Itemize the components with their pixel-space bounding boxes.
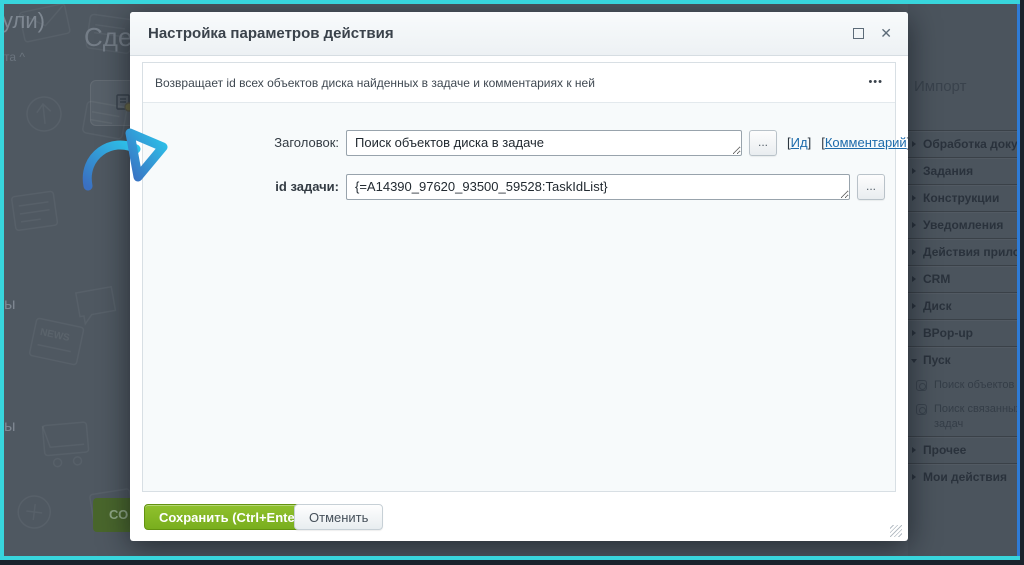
activity-group-document[interactable]: Обработка документа (908, 130, 1017, 157)
sort-control-fragment: та ^ (4, 50, 25, 64)
caret-right-icon (912, 276, 916, 282)
parameters-panel: Возвращает id всех объектов диска найден… (142, 62, 896, 492)
page-title-fragment: ули) (4, 8, 45, 34)
maximize-button[interactable] (853, 28, 864, 39)
caret-right-icon (912, 222, 916, 228)
task-id-input[interactable]: {=A14390_97620_93500_59528:TaskIdList} (346, 174, 850, 200)
caret-right-icon (912, 168, 916, 174)
item-label: Поиск связанных с су (934, 403, 1017, 415)
group-label: Действия приложения (923, 245, 1017, 259)
workflow-designer-page: NEWS ули) та ^ Сдел ы ы СО Импорт Обра (0, 0, 1024, 565)
activity-group-constructs[interactable]: Конструкции (908, 184, 1017, 211)
title-more-button[interactable]: ... (749, 130, 777, 156)
id-link[interactable]: Ид (791, 135, 808, 150)
caret-right-icon (912, 141, 916, 147)
group-label: ВPop-up (923, 326, 973, 340)
description-bar: Возвращает id всех объектов диска найден… (143, 63, 895, 103)
activity-group-my-actions[interactable]: Мои действия (908, 463, 1017, 490)
outer-margin-bottom (0, 560, 1024, 565)
activity-group-pusk[interactable]: Пуск (908, 346, 1017, 373)
background-text-fragment: ы (4, 296, 16, 314)
activity-group-notifications[interactable]: Уведомления (908, 211, 1017, 238)
action-settings-dialog: Настройка параметров действия ✕ Возвраща… (130, 12, 908, 541)
ellipsis-icon: ••• (868, 76, 883, 88)
item-label: Поиск объектов диска (934, 379, 1017, 391)
viewport-border-left (0, 4, 4, 556)
caret-right-icon (912, 447, 916, 453)
group-label: CRM (923, 272, 950, 286)
activity-group-app-actions[interactable]: Действия приложения (908, 238, 1017, 265)
link-bracket: ] (808, 135, 812, 150)
caret-down-icon (911, 359, 917, 363)
activity-group-popup[interactable]: ВPop-up (908, 319, 1017, 346)
cancel-button[interactable]: Отменить (294, 504, 383, 530)
activity-group-crm[interactable]: CRM (908, 265, 1017, 292)
background-text-fragment: ы (4, 418, 16, 436)
viewport-border-top (0, 0, 1020, 4)
activity-group-disk[interactable]: Диск (908, 292, 1017, 319)
activity-icon (916, 380, 927, 391)
activity-item[interactable]: Поиск объектов диска (908, 378, 1017, 398)
activity-group-tasks[interactable]: Задания (908, 157, 1017, 184)
caret-right-icon (912, 249, 916, 255)
close-button[interactable]: ✕ (880, 25, 892, 42)
group-label: Конструкции (923, 191, 999, 205)
caret-right-icon (912, 303, 916, 309)
group-label: Мои действия (923, 470, 1007, 484)
title-input[interactable]: Поиск объектов диска в задаче (346, 130, 742, 156)
group-label: Прочее (923, 443, 966, 457)
more-menu-button[interactable]: ••• (868, 63, 883, 101)
action-description: Возвращает id всех объектов диска найден… (155, 63, 595, 103)
group-label: Уведомления (923, 218, 1003, 232)
group-label: Задания (923, 164, 973, 178)
caret-right-icon (912, 330, 916, 336)
group-label: Диск (923, 299, 952, 313)
activity-group-other[interactable]: Прочее (908, 436, 1017, 463)
activity-item[interactable]: Поиск связанных с су задач (908, 402, 1017, 434)
task-id-more-button[interactable]: ... (857, 174, 885, 200)
resize-grip-icon[interactable] (890, 525, 902, 537)
dialog-header: Настройка параметров действия ✕ (130, 12, 908, 56)
comment-link[interactable]: Комментарий (825, 135, 907, 150)
activity-icon (916, 404, 927, 415)
group-label: Пуск (923, 353, 951, 367)
svg-text:NEWS: NEWS (39, 327, 71, 344)
close-icon: ✕ (880, 25, 892, 41)
save-button[interactable]: Сохранить (Ctrl+Enter) (144, 504, 319, 530)
caret-right-icon (912, 474, 916, 480)
group-label: Обработка документа (923, 137, 1017, 151)
insert-links: [Ид][Комментарий] (787, 130, 910, 156)
sidebar-header: Импорт (914, 78, 966, 95)
dialog-title: Настройка параметров действия (148, 12, 394, 56)
annotation-arrow-icon (78, 124, 178, 204)
link-bracket: ] (907, 135, 911, 150)
item-label: задач (934, 418, 963, 430)
outer-margin-right (1020, 0, 1024, 565)
activities-sidebar: Импорт Обработка документа Задания Конст… (908, 4, 1017, 556)
caret-right-icon (912, 195, 916, 201)
